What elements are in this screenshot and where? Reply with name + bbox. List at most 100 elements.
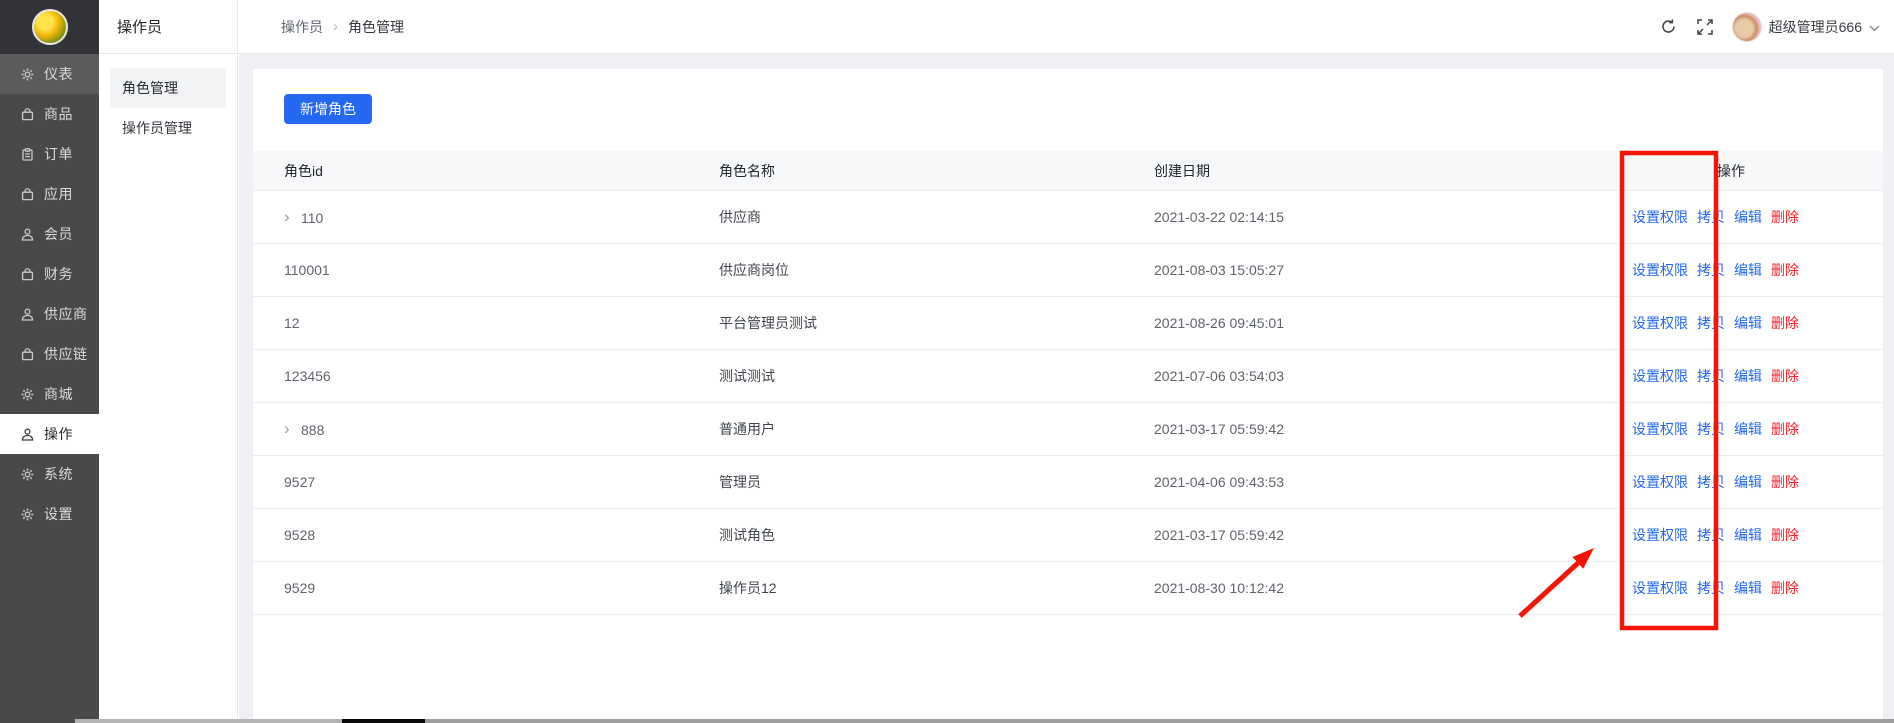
action-set-permission-link[interactable]: 设置权限: [1632, 366, 1688, 386]
sidebar-item-supplier[interactable]: 供应商: [0, 294, 99, 334]
action-delete-link[interactable]: 删除: [1771, 313, 1799, 333]
cell-role-id: ›888: [253, 421, 688, 438]
action-set-permission-link[interactable]: 设置权限: [1632, 313, 1688, 333]
table-row: 9529操作员122021-08-30 10:12:42设置权限拷贝编辑删除: [253, 562, 1883, 615]
logo-block: [0, 0, 99, 54]
cell-role-id: 110001: [253, 262, 688, 278]
sidebar-item-label: 财务: [44, 264, 73, 284]
breadcrumb-item-role-management: 角色管理: [348, 17, 404, 37]
submenu-item-label: 操作员管理: [122, 118, 192, 138]
cell-actions: 设置权限拷贝编辑删除: [1601, 260, 1883, 280]
action-copy-link[interactable]: 拷贝: [1697, 207, 1725, 227]
table-row: 9528测试角色2021-03-17 05:59:42设置权限拷贝编辑删除: [253, 509, 1883, 562]
sidebar-item-apps[interactable]: 应用: [0, 174, 99, 214]
action-delete-link[interactable]: 删除: [1771, 260, 1799, 280]
submenu-items: 角色管理操作员管理: [99, 54, 237, 148]
fullscreen-icon[interactable]: [1696, 18, 1714, 36]
action-delete-link[interactable]: 删除: [1771, 419, 1799, 439]
cell-role-id: 9527: [253, 474, 688, 490]
action-edit-link[interactable]: 编辑: [1734, 366, 1762, 386]
cell-role-name: 普通用户: [688, 419, 1123, 439]
action-edit-link[interactable]: 编辑: [1734, 419, 1762, 439]
sidebar-item-finance[interactable]: 财务: [0, 254, 99, 294]
action-set-permission-link[interactable]: 设置权限: [1632, 207, 1688, 227]
cell-role-id: ›110: [253, 209, 688, 226]
cell-actions: 设置权限拷贝编辑删除: [1601, 472, 1883, 492]
cell-actions: 设置权限拷贝编辑删除: [1601, 525, 1883, 545]
sidebar-item-settings[interactable]: 设置: [0, 494, 99, 534]
action-edit-link[interactable]: 编辑: [1734, 260, 1762, 280]
cell-actions: 设置权限拷贝编辑删除: [1601, 578, 1883, 598]
action-set-permission-link[interactable]: 设置权限: [1632, 260, 1688, 280]
user-avatar[interactable]: [1732, 12, 1762, 42]
cell-created-date: 2021-07-06 03:54:03: [1123, 368, 1601, 384]
chevron-down-icon: [1869, 19, 1880, 35]
user-menu[interactable]: 超级管理员666: [1732, 12, 1880, 42]
action-set-permission-link[interactable]: 设置权限: [1632, 419, 1688, 439]
sidebar-item-label: 应用: [44, 184, 73, 204]
cell-actions: 设置权限拷贝编辑删除: [1601, 313, 1883, 333]
action-delete-link[interactable]: 删除: [1771, 472, 1799, 492]
cell-role-name: 管理员: [688, 472, 1123, 492]
action-delete-link[interactable]: 删除: [1771, 525, 1799, 545]
action-copy-link[interactable]: 拷贝: [1697, 419, 1725, 439]
cell-created-date: 2021-08-03 15:05:27: [1123, 262, 1601, 278]
sidebar-item-system[interactable]: 系统: [0, 454, 99, 494]
bag-icon: [19, 347, 35, 361]
sidebar-item-members[interactable]: 会员: [0, 214, 99, 254]
action-delete-link[interactable]: 删除: [1771, 366, 1799, 386]
gear-icon: [19, 507, 35, 521]
table-header-row: 角色id角色名称创建日期操作: [253, 151, 1883, 191]
action-copy-link[interactable]: 拷贝: [1697, 260, 1725, 280]
action-set-permission-link[interactable]: 设置权限: [1632, 525, 1688, 545]
action-set-permission-link[interactable]: 设置权限: [1632, 472, 1688, 492]
action-delete-link[interactable]: 删除: [1771, 578, 1799, 598]
app-logo[interactable]: [32, 9, 68, 45]
cell-role-name: 供应商: [688, 207, 1123, 227]
action-copy-link[interactable]: 拷贝: [1697, 366, 1725, 386]
sidebar-item-goods[interactable]: 商品: [0, 94, 99, 134]
action-copy-link[interactable]: 拷贝: [1697, 578, 1725, 598]
sidebar-item-label: 商品: [44, 104, 73, 124]
gear-icon: [19, 387, 35, 401]
table-row: 123456测试测试2021-07-06 03:54:03设置权限拷贝编辑删除: [253, 350, 1883, 403]
cell-created-date: 2021-04-06 09:43:53: [1123, 474, 1601, 490]
person-icon: [19, 427, 35, 441]
expand-row-icon[interactable]: ›: [284, 209, 301, 225]
action-copy-link[interactable]: 拷贝: [1697, 525, 1725, 545]
clipboard-icon: [19, 147, 35, 161]
action-edit-link[interactable]: 编辑: [1734, 472, 1762, 492]
cell-role-id: 9528: [253, 527, 688, 543]
sidebar-item-orders[interactable]: 订单: [0, 134, 99, 174]
submenu-item-label: 角色管理: [122, 78, 178, 98]
cell-created-date: 2021-03-17 05:59:42: [1123, 527, 1601, 543]
action-copy-link[interactable]: 拷贝: [1697, 313, 1725, 333]
add-role-button[interactable]: 新增角色: [284, 94, 372, 124]
sidebar-item-mall[interactable]: 商城: [0, 374, 99, 414]
sidebar-item-operation[interactable]: 操作: [0, 414, 99, 454]
cell-role-id: 12: [253, 315, 688, 331]
sidebar-item-dashboard[interactable]: 仪表: [0, 54, 99, 94]
submenu-item-role-management[interactable]: 角色管理: [110, 68, 226, 108]
table-row: ›110供应商2021-03-22 02:14:15设置权限拷贝编辑删除: [253, 191, 1883, 244]
expand-row-icon[interactable]: ›: [284, 421, 301, 437]
action-edit-link[interactable]: 编辑: [1734, 207, 1762, 227]
sidebar-item-label: 设置: [44, 504, 73, 524]
table-row: 110001供应商岗位2021-08-03 15:05:27设置权限拷贝编辑删除: [253, 244, 1883, 297]
action-edit-link[interactable]: 编辑: [1734, 313, 1762, 333]
action-delete-link[interactable]: 删除: [1771, 207, 1799, 227]
action-edit-link[interactable]: 编辑: [1734, 578, 1762, 598]
sidebar-item-supply-chain[interactable]: 供应链: [0, 334, 99, 374]
action-copy-link[interactable]: 拷贝: [1697, 472, 1725, 492]
sidebar-item-label: 供应链: [44, 344, 88, 364]
breadcrumb-item-operator[interactable]: 操作员: [281, 17, 323, 37]
action-set-permission-link[interactable]: 设置权限: [1632, 578, 1688, 598]
role-table: 角色id角色名称创建日期操作›110供应商2021-03-22 02:14:15…: [253, 151, 1883, 615]
cell-actions: 设置权限拷贝编辑删除: [1601, 207, 1883, 227]
refresh-icon[interactable]: [1660, 18, 1678, 36]
submenu-sidebar: 操作员 角色管理操作员管理: [99, 0, 238, 723]
cell-role-name: 测试角色: [688, 525, 1123, 545]
submenu-item-operator-management[interactable]: 操作员管理: [110, 108, 226, 148]
action-edit-link[interactable]: 编辑: [1734, 525, 1762, 545]
sidebar-item-label: 订单: [44, 144, 73, 164]
